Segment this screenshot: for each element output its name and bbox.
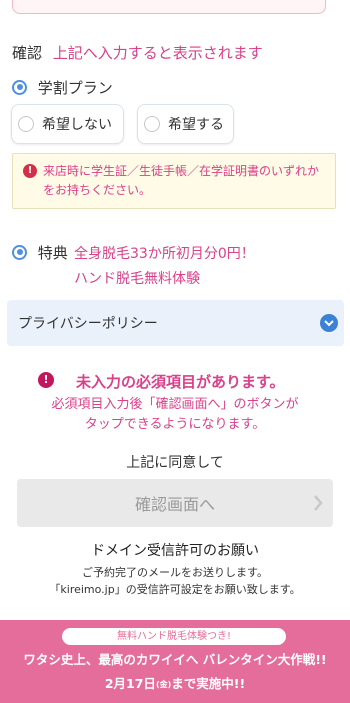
error-heading-text: 未入力の必須項目があります。 [76, 373, 285, 391]
tokuten-line2: ハンド脱毛無料体験 [74, 271, 200, 287]
chevron-right-icon [314, 495, 323, 511]
option-label: 希望しない [42, 117, 112, 133]
tokuten-description: 全身脱毛33か所初月分0円！ ハンド脱毛無料体験 [74, 242, 255, 292]
student-plan-title: 学割プラン [12, 77, 113, 98]
domain-permission-title: ドメイン受信許可のお願い [91, 543, 259, 559]
radio-unselected-icon[interactable] [144, 116, 160, 132]
confirm-label: 確認 [12, 44, 43, 62]
domain-line2: 「kireimo.jp」の受信許可設定をお願い致します。 [49, 583, 301, 596]
radio-selected-icon [12, 79, 27, 95]
confirm-message: 上記へ入力すると表示されます [52, 44, 263, 62]
tokuten-title: 特典 [12, 242, 68, 263]
campaign-banner[interactable]: 無料ハンド脱毛体験つき! ワタシ史上、最高のカワイイへ バレンタイン大作戦!! … [0, 620, 350, 703]
privacy-policy-label: プライバシーポリシー [18, 316, 158, 332]
radio-selected-icon [12, 244, 27, 260]
previous-section-box [12, 0, 326, 14]
student-id-alert: ! 来店時に学生証／生徒手帳／在学証明書のいずれかをお持ちください。 [12, 153, 336, 209]
student-plan-option-no[interactable]: 希望しない [11, 104, 124, 144]
campaign-headline: ワタシ史上、最高のカワイイへ バレンタイン大作戦!! [23, 652, 327, 667]
agree-text: 上記に同意して [126, 455, 224, 471]
confirm-status: 確認 上記へ入力すると表示されます [12, 42, 263, 63]
campaign-date: 2月17日 [104, 676, 156, 691]
option-label: 希望する [168, 117, 224, 133]
confirm-screen-button[interactable]: 確認画面へ [17, 479, 333, 527]
confirm-button-label: 確認画面へ [134, 495, 215, 514]
error-line1: 必須項目入力後「確認画面へ」のボタンが [51, 397, 299, 412]
required-error-heading: ! 未入力の必須項目があります。 [38, 371, 285, 392]
tokuten-line1: 全身脱毛33か所初月分0円！ [74, 246, 255, 262]
campaign-weekday: (金) [155, 680, 172, 689]
privacy-policy-accordion[interactable]: プライバシーポリシー [7, 300, 344, 346]
campaign-date-line: 2月17日(金)まで実施中!! [0, 673, 350, 692]
alert-text: 来店時に学生証／生徒手帳／在学証明書のいずれかをお持ちください。 [43, 164, 320, 197]
domain-permission-text: ご予約完了のメールをお送りします。 「kireimo.jp」の受信許可設定をお願… [0, 564, 350, 598]
campaign-pill: 無料ハンド脱毛体験つき! [62, 628, 286, 645]
required-error-description: 必須項目入力後「確認画面へ」のボタンが タップできるようになります。 [0, 395, 350, 435]
tokuten-label: 特典 [37, 244, 68, 262]
student-plan-label: 学割プラン [37, 79, 113, 97]
domain-line1: ご予約完了のメールをお送りします。 [82, 566, 268, 579]
campaign-date-rest: まで実施中!! [171, 676, 246, 691]
student-plan-option-yes[interactable]: 希望する [137, 104, 234, 144]
radio-unselected-icon[interactable] [18, 116, 34, 132]
exclamation-icon: ! [23, 164, 37, 178]
error-line2: タップできるようになります。 [84, 417, 266, 432]
exclamation-icon: ! [38, 372, 54, 388]
chevron-down-icon[interactable] [320, 314, 338, 332]
